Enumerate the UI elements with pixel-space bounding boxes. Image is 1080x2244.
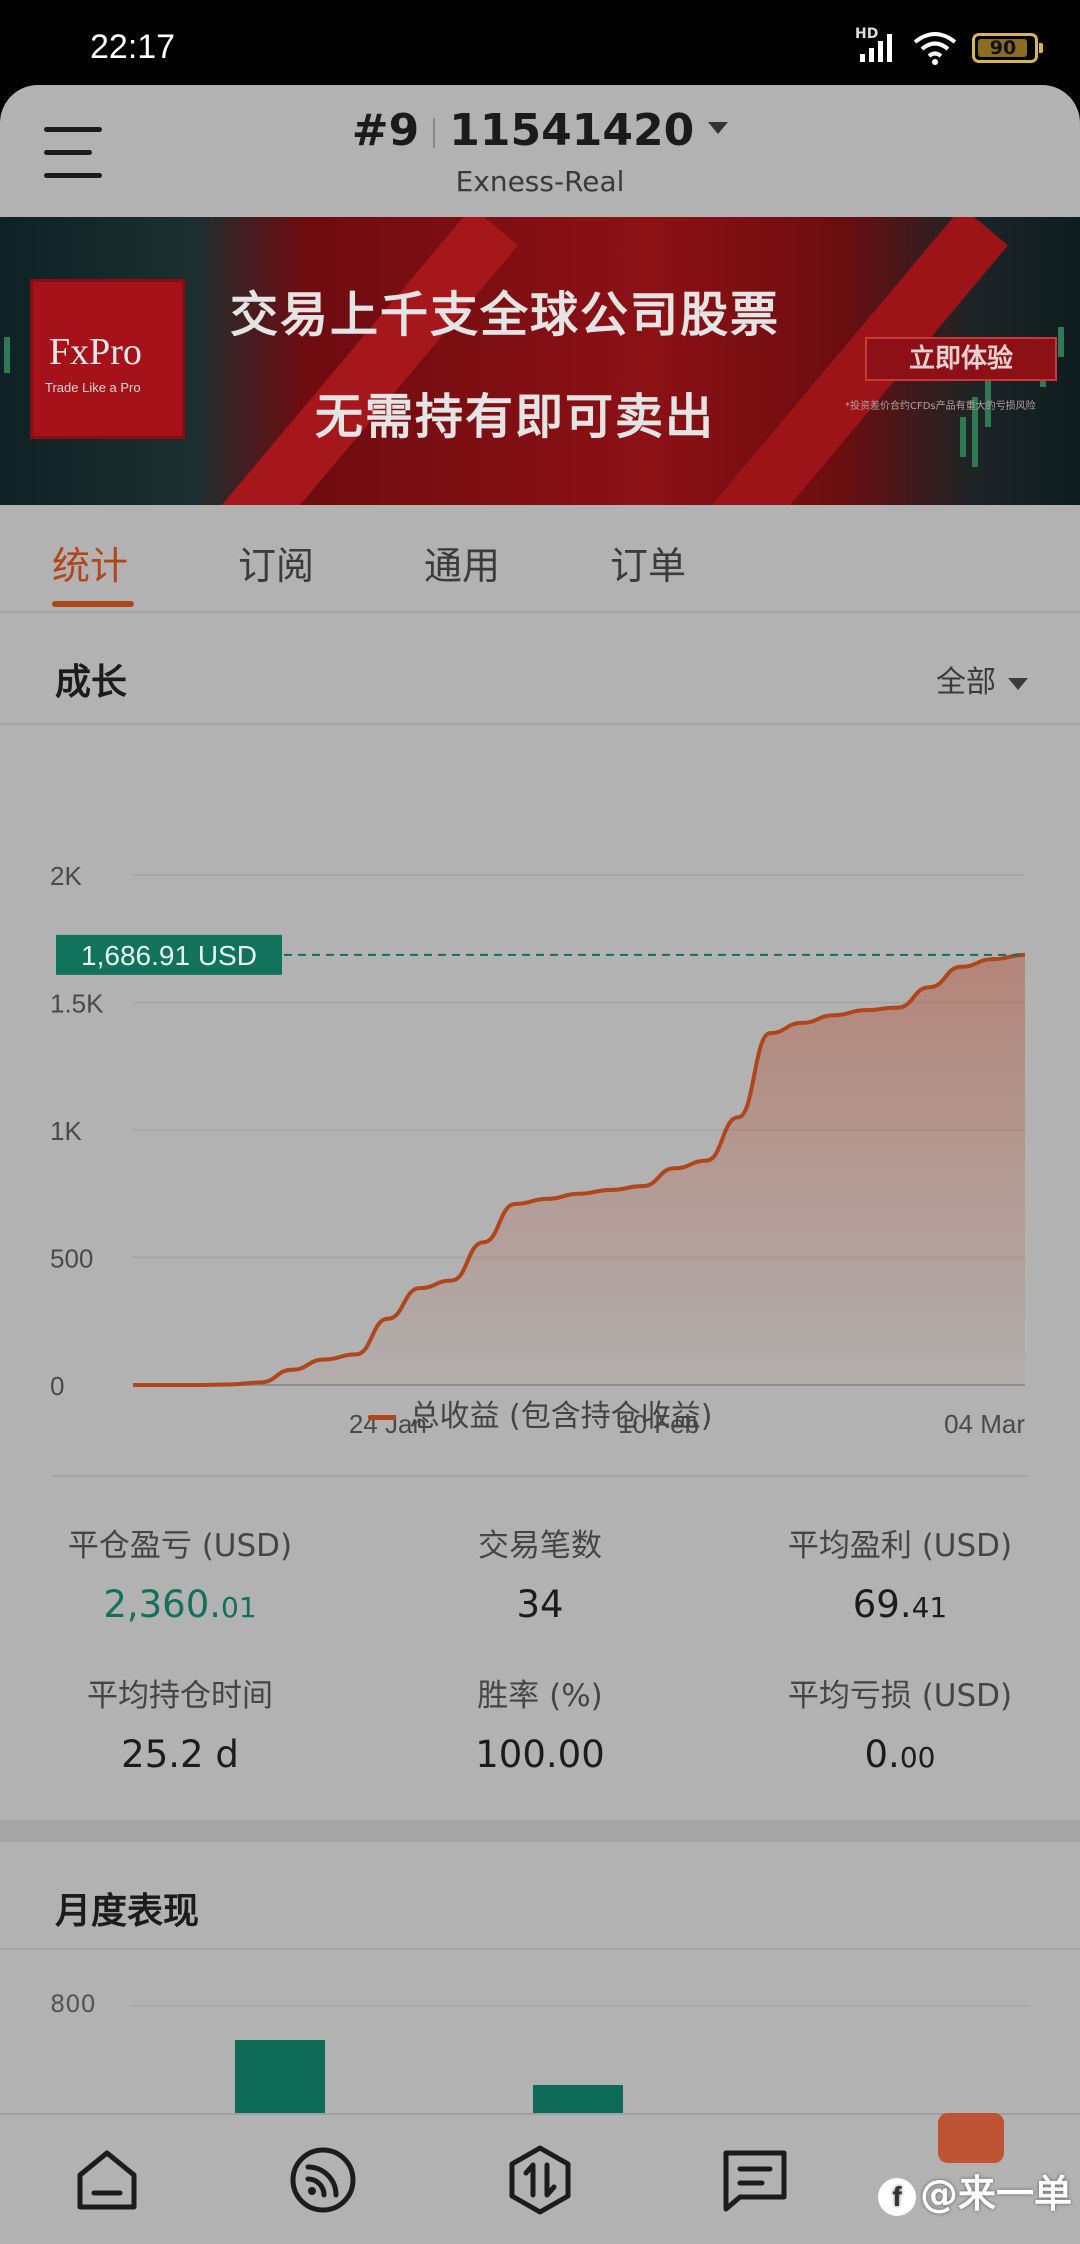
legend-swatch — [367, 1415, 396, 1420]
watermark: f @来一单 — [878, 2163, 1072, 2218]
stat-value: 2,360.01 — [103, 1583, 257, 1626]
tab-general[interactable]: 通用 — [424, 535, 500, 590]
logo-brand: FxPro — [49, 331, 142, 373]
stat-value: 34 — [516, 1583, 564, 1626]
chevron-down-icon — [1008, 677, 1028, 690]
monthly-section: 月度表现 800 — [0, 1842, 1080, 2132]
divider — [52, 1475, 1027, 1477]
y-tick-label: 500 — [50, 1244, 93, 1274]
signal-icon — [860, 34, 892, 62]
banner-risk-note: *投资差价合约CFDs产品有重大的亏损风险 — [845, 401, 1036, 412]
stat-value: 100.00 — [475, 1733, 605, 1776]
monthly-bar[interactable] — [235, 2040, 325, 2120]
wifi-icon — [913, 32, 957, 65]
range-dropdown[interactable]: 全部 — [936, 657, 1028, 701]
fxpro-logo: FxPro Trade Like a Pro — [30, 279, 185, 439]
tab-orders[interactable]: 订单 — [610, 535, 686, 590]
monthly-header: 月度表现 — [0, 1842, 1080, 1950]
stat-label: 胜率 (%) — [477, 1678, 603, 1714]
battery-icon: 90 — [972, 33, 1043, 63]
stat-closed-pnl: 平仓盈亏 (USD) 2,360.01 — [0, 1520, 360, 1626]
banner-cta-button[interactable]: 立即体验 — [865, 337, 1057, 381]
growth-chart: 05001K1.5K2K1,686.91 USD24 Jan 10 Feb 04 M… — [50, 861, 1025, 1439]
banner-headline: 交易上千支全球公司股票 — [230, 287, 781, 343]
stat-avg-holding-time: 平均持仓时间 25.2 d — [0, 1670, 360, 1776]
stat-avg-loss: 平均亏损 (USD) 0.00 — [720, 1670, 1080, 1776]
stat-win-rate: 胜率 (%) 100.00 — [360, 1670, 720, 1776]
growth-area — [133, 954, 1025, 1385]
monthly-y-label: 800 — [50, 1990, 96, 2018]
stat-label: 平均持仓时间 — [87, 1678, 273, 1714]
status-time: 22:17 — [90, 28, 176, 66]
trade-icon[interactable] — [503, 2143, 577, 2217]
growth-title: 成长 — [55, 662, 128, 703]
promo-banner[interactable]: FxPro Trade Like a Pro 交易上千支全球公司股票 无需持有即… — [0, 217, 1080, 505]
account-prefix: #9 — [351, 105, 420, 156]
stat-value: 0.00 — [864, 1733, 936, 1776]
new-badge — [938, 2113, 1004, 2163]
y-tick-label: 1K — [50, 1116, 82, 1146]
chart-legend: 总收益 (包含持仓收益) — [0, 1391, 1080, 1435]
stat-value: 69.41 — [852, 1583, 948, 1626]
monthly-title: 月度表现 — [55, 1891, 200, 1932]
stat-label: 平均亏损 (USD) — [787, 1678, 1013, 1714]
tab-statistics[interactable]: 统计 — [52, 535, 128, 590]
y-tick-label: 2K — [50, 861, 82, 891]
feed-icon[interactable] — [286, 2143, 360, 2217]
status-bar: 22:17 HD 90 — [0, 0, 1080, 90]
stat-trade-count: 交易笔数 34 — [360, 1520, 720, 1626]
messages-icon[interactable] — [718, 2143, 792, 2217]
account-number: 11541420 — [449, 105, 695, 156]
legend-label: 总收益 (包含持仓收益) — [409, 1399, 713, 1434]
home-icon[interactable] — [70, 2143, 144, 2217]
tab-subscription[interactable]: 订阅 — [238, 535, 314, 590]
account-selector[interactable]: #9 11541420 — [0, 105, 1080, 156]
monthly-gridline — [130, 2005, 1030, 2007]
battery-level: 90 — [989, 37, 1017, 59]
section-gap — [0, 1820, 1080, 1842]
banner-subheadline: 无需持有即可卖出 — [315, 389, 716, 445]
logo-tagline: Trade Like a Pro — [45, 380, 141, 395]
y-tick-label: 1.5K — [50, 989, 104, 1019]
stat-label: 交易笔数 — [478, 1528, 602, 1564]
server-name: Exness-Real — [455, 165, 625, 198]
stat-value: 25.2 d — [121, 1733, 239, 1776]
stat-avg-profit: 平均盈利 (USD) 69.41 — [720, 1520, 1080, 1626]
tab-bar: 统计 订阅 通用 订单 — [0, 505, 1080, 613]
top-header: #9 11541420 Exness-Real — [0, 85, 1080, 215]
bottom-nav: f @来一单 — [0, 2113, 1080, 2244]
growth-header: 成长 全部 — [0, 615, 1080, 725]
stat-label: 平仓盈亏 (USD) — [67, 1528, 293, 1564]
chevron-down-icon — [708, 122, 729, 134]
current-value-label: 1,686.91 USD — [81, 940, 257, 971]
range-label: 全部 — [936, 665, 996, 700]
stat-label: 平均盈利 (USD) — [787, 1528, 1013, 1564]
active-tab-indicator — [52, 601, 134, 607]
app-panel: #9 11541420 Exness-Real FxPro Trade Like … — [0, 85, 1080, 2244]
